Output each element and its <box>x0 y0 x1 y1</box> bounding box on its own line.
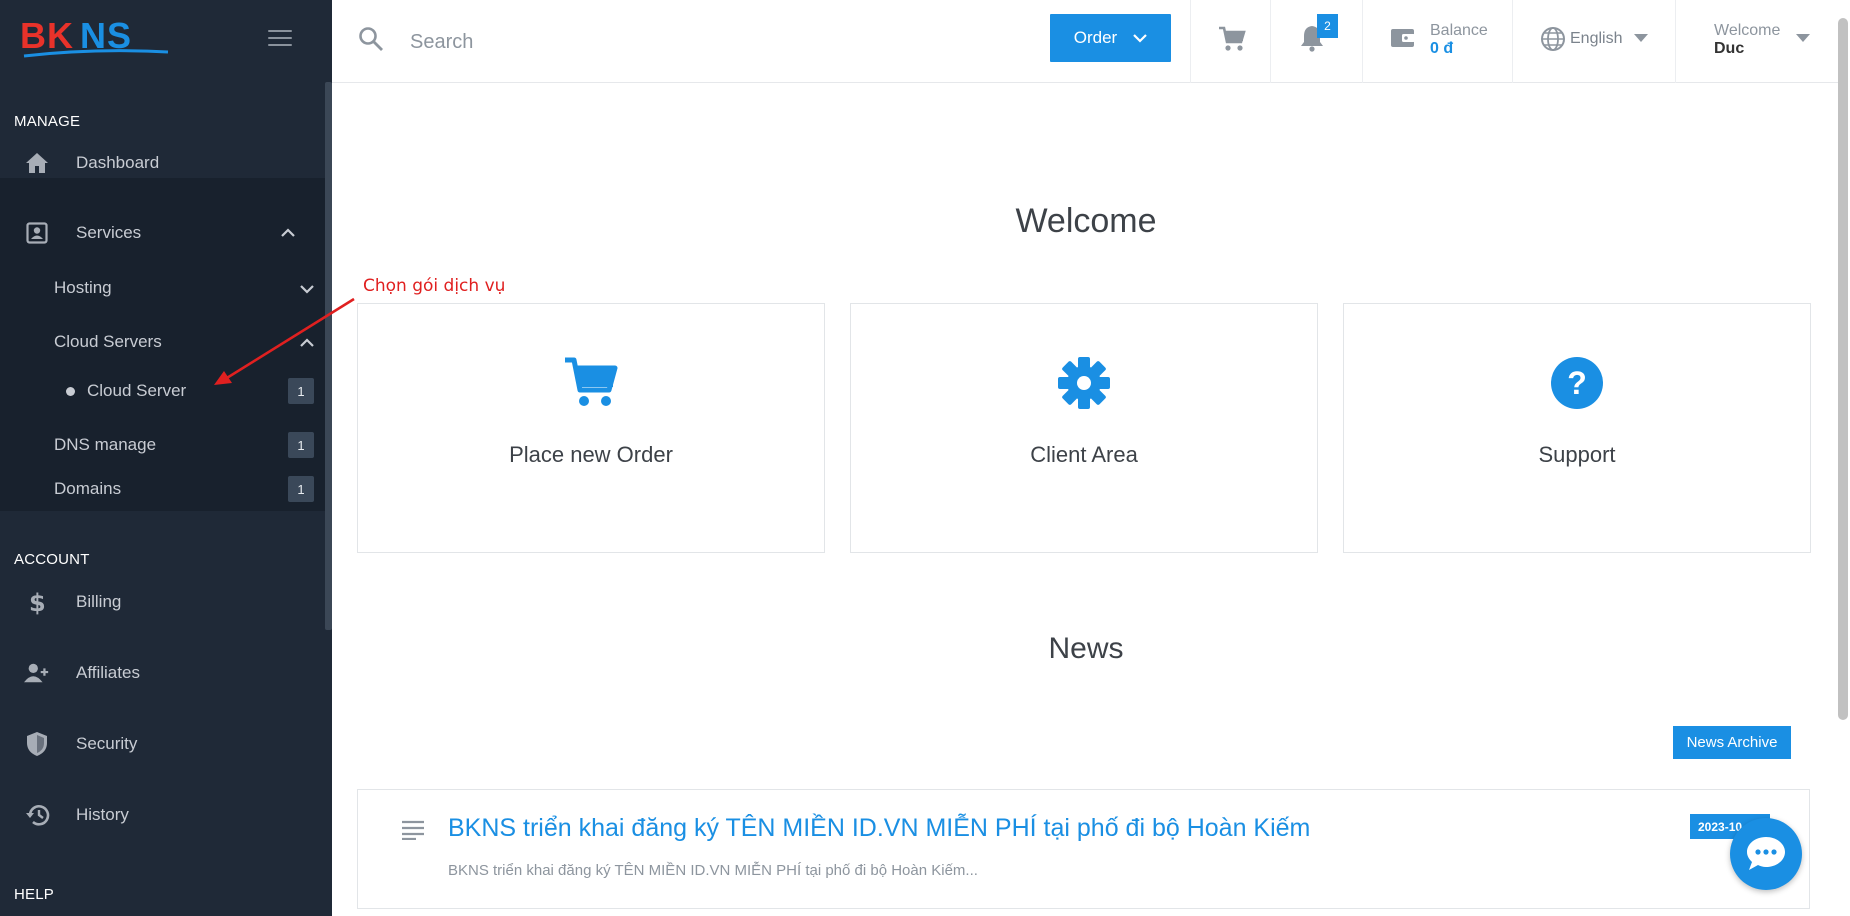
svg-text:?: ? <box>1567 365 1587 401</box>
client-area-label: Client Area <box>1030 442 1138 467</box>
balance-label: Balance <box>1430 22 1488 39</box>
menu-toggle-icon[interactable] <box>268 30 292 48</box>
cart-icon[interactable] <box>1218 25 1246 53</box>
count-badge: 1 <box>288 432 314 458</box>
support-label: Support <box>1538 442 1616 467</box>
nav-services-label: Services <box>76 223 142 242</box>
nav-cloud-server-label: Cloud Server <box>87 381 187 400</box>
divider <box>1512 0 1513 83</box>
welcome-label[interactable]: Welcome <box>1714 22 1780 40</box>
divider <box>1675 0 1676 83</box>
add-user-icon <box>24 660 50 686</box>
search-icon[interactable] <box>358 26 384 52</box>
divider <box>1270 0 1271 83</box>
count-badge: 1 <box>288 476 314 502</box>
nav-billing-label: Billing <box>76 592 122 611</box>
sidebar: BK NS MANAGE Dashboard Services Hosting … <box>0 0 332 916</box>
news-archive-button[interactable]: News Archive <box>1673 726 1791 759</box>
news-item[interactable]: BKNS triển khai đăng ký TÊN MIỀN ID.VN M… <box>357 789 1810 909</box>
chevron-down-icon <box>1133 34 1148 43</box>
shield-icon <box>24 731 50 757</box>
balance-value[interactable]: 0 đ <box>1430 40 1453 58</box>
svg-text:$: $ <box>29 589 46 615</box>
logo-bar: BK NS <box>0 0 332 78</box>
section-help: HELP <box>14 886 54 903</box>
globe-icon[interactable] <box>1540 26 1566 52</box>
nav-security[interactable]: Security <box>0 714 325 774</box>
nav-dashboard-label: Dashboard <box>76 153 160 172</box>
nav-history[interactable]: History <box>0 785 325 845</box>
client-area-card[interactable]: Client Area <box>850 303 1318 553</box>
order-button[interactable]: Order <box>1050 14 1171 62</box>
annotation-text: Chọn gói dịch vụ <box>363 276 506 296</box>
chevron-down-icon[interactable] <box>300 282 314 296</box>
nav-domains-label: Domains <box>54 479 122 498</box>
nav-billing[interactable]: $ Billing <box>0 572 325 632</box>
caret-down-icon[interactable] <box>1796 34 1810 42</box>
support-card[interactable]: ? Support <box>1343 303 1811 553</box>
notification-badge: 2 <box>1317 14 1338 38</box>
place-order-card[interactable]: Place new Order <box>357 303 825 553</box>
nav-affiliates-label: Affiliates <box>76 663 140 682</box>
news-title[interactable]: BKNS triển khai đăng ký TÊN MIỀN ID.VN M… <box>448 814 1310 843</box>
chat-button[interactable] <box>1730 818 1802 890</box>
annotation-arrow-icon <box>214 297 355 385</box>
bkns-logo[interactable]: BK NS <box>20 14 170 62</box>
wallet-icon[interactable] <box>1390 26 1416 50</box>
user-name[interactable]: Duc <box>1714 40 1744 58</box>
welcome-heading: Welcome <box>1015 202 1157 240</box>
cart-icon <box>565 357 618 406</box>
chevron-up-icon[interactable] <box>280 226 296 238</box>
nav-domains[interactable]: Domains 1 <box>54 469 314 509</box>
top-bar: Order 2 Balance 0 đ English Welcome Duc <box>332 0 1840 83</box>
nav-cloud-servers-label: Cloud Servers <box>54 332 162 351</box>
nav-hosting-label: Hosting <box>54 278 112 297</box>
caret-down-icon[interactable] <box>1634 34 1648 42</box>
help-circle-icon: ? <box>1551 357 1603 409</box>
nav-security-label: Security <box>76 734 138 753</box>
search-input[interactable] <box>410 22 910 62</box>
gear-icon <box>1058 357 1110 409</box>
article-icon <box>402 820 424 840</box>
order-button-label: Order <box>1073 28 1118 47</box>
nav-affiliates[interactable]: Affiliates <box>0 643 325 703</box>
home-icon <box>24 150 50 176</box>
section-account: ACCOUNT <box>14 551 90 568</box>
nav-dns-manage-label: DNS manage <box>54 435 157 454</box>
section-manage: MANAGE <box>14 113 81 130</box>
news-excerpt: BKNS triển khai đăng ký TÊN MIỀN ID.VN M… <box>448 862 978 879</box>
bullet-icon <box>66 386 75 396</box>
divider <box>1190 0 1191 83</box>
history-icon <box>24 802 50 828</box>
place-order-label: Place new Order <box>509 442 673 467</box>
divider <box>1362 0 1363 83</box>
chat-icon <box>1747 837 1785 870</box>
contact-card-icon <box>24 220 50 246</box>
nav-services[interactable]: Services <box>0 208 325 258</box>
news-heading: News <box>1048 632 1124 665</box>
nav-history-label: History <box>76 805 129 824</box>
language-selector[interactable]: English <box>1570 30 1622 48</box>
svg-text:BK: BK <box>20 15 74 56</box>
nav-dns-manage[interactable]: DNS manage 1 <box>54 425 314 465</box>
page-scrollbar[interactable] <box>1838 18 1848 720</box>
dollar-icon: $ <box>24 589 50 615</box>
